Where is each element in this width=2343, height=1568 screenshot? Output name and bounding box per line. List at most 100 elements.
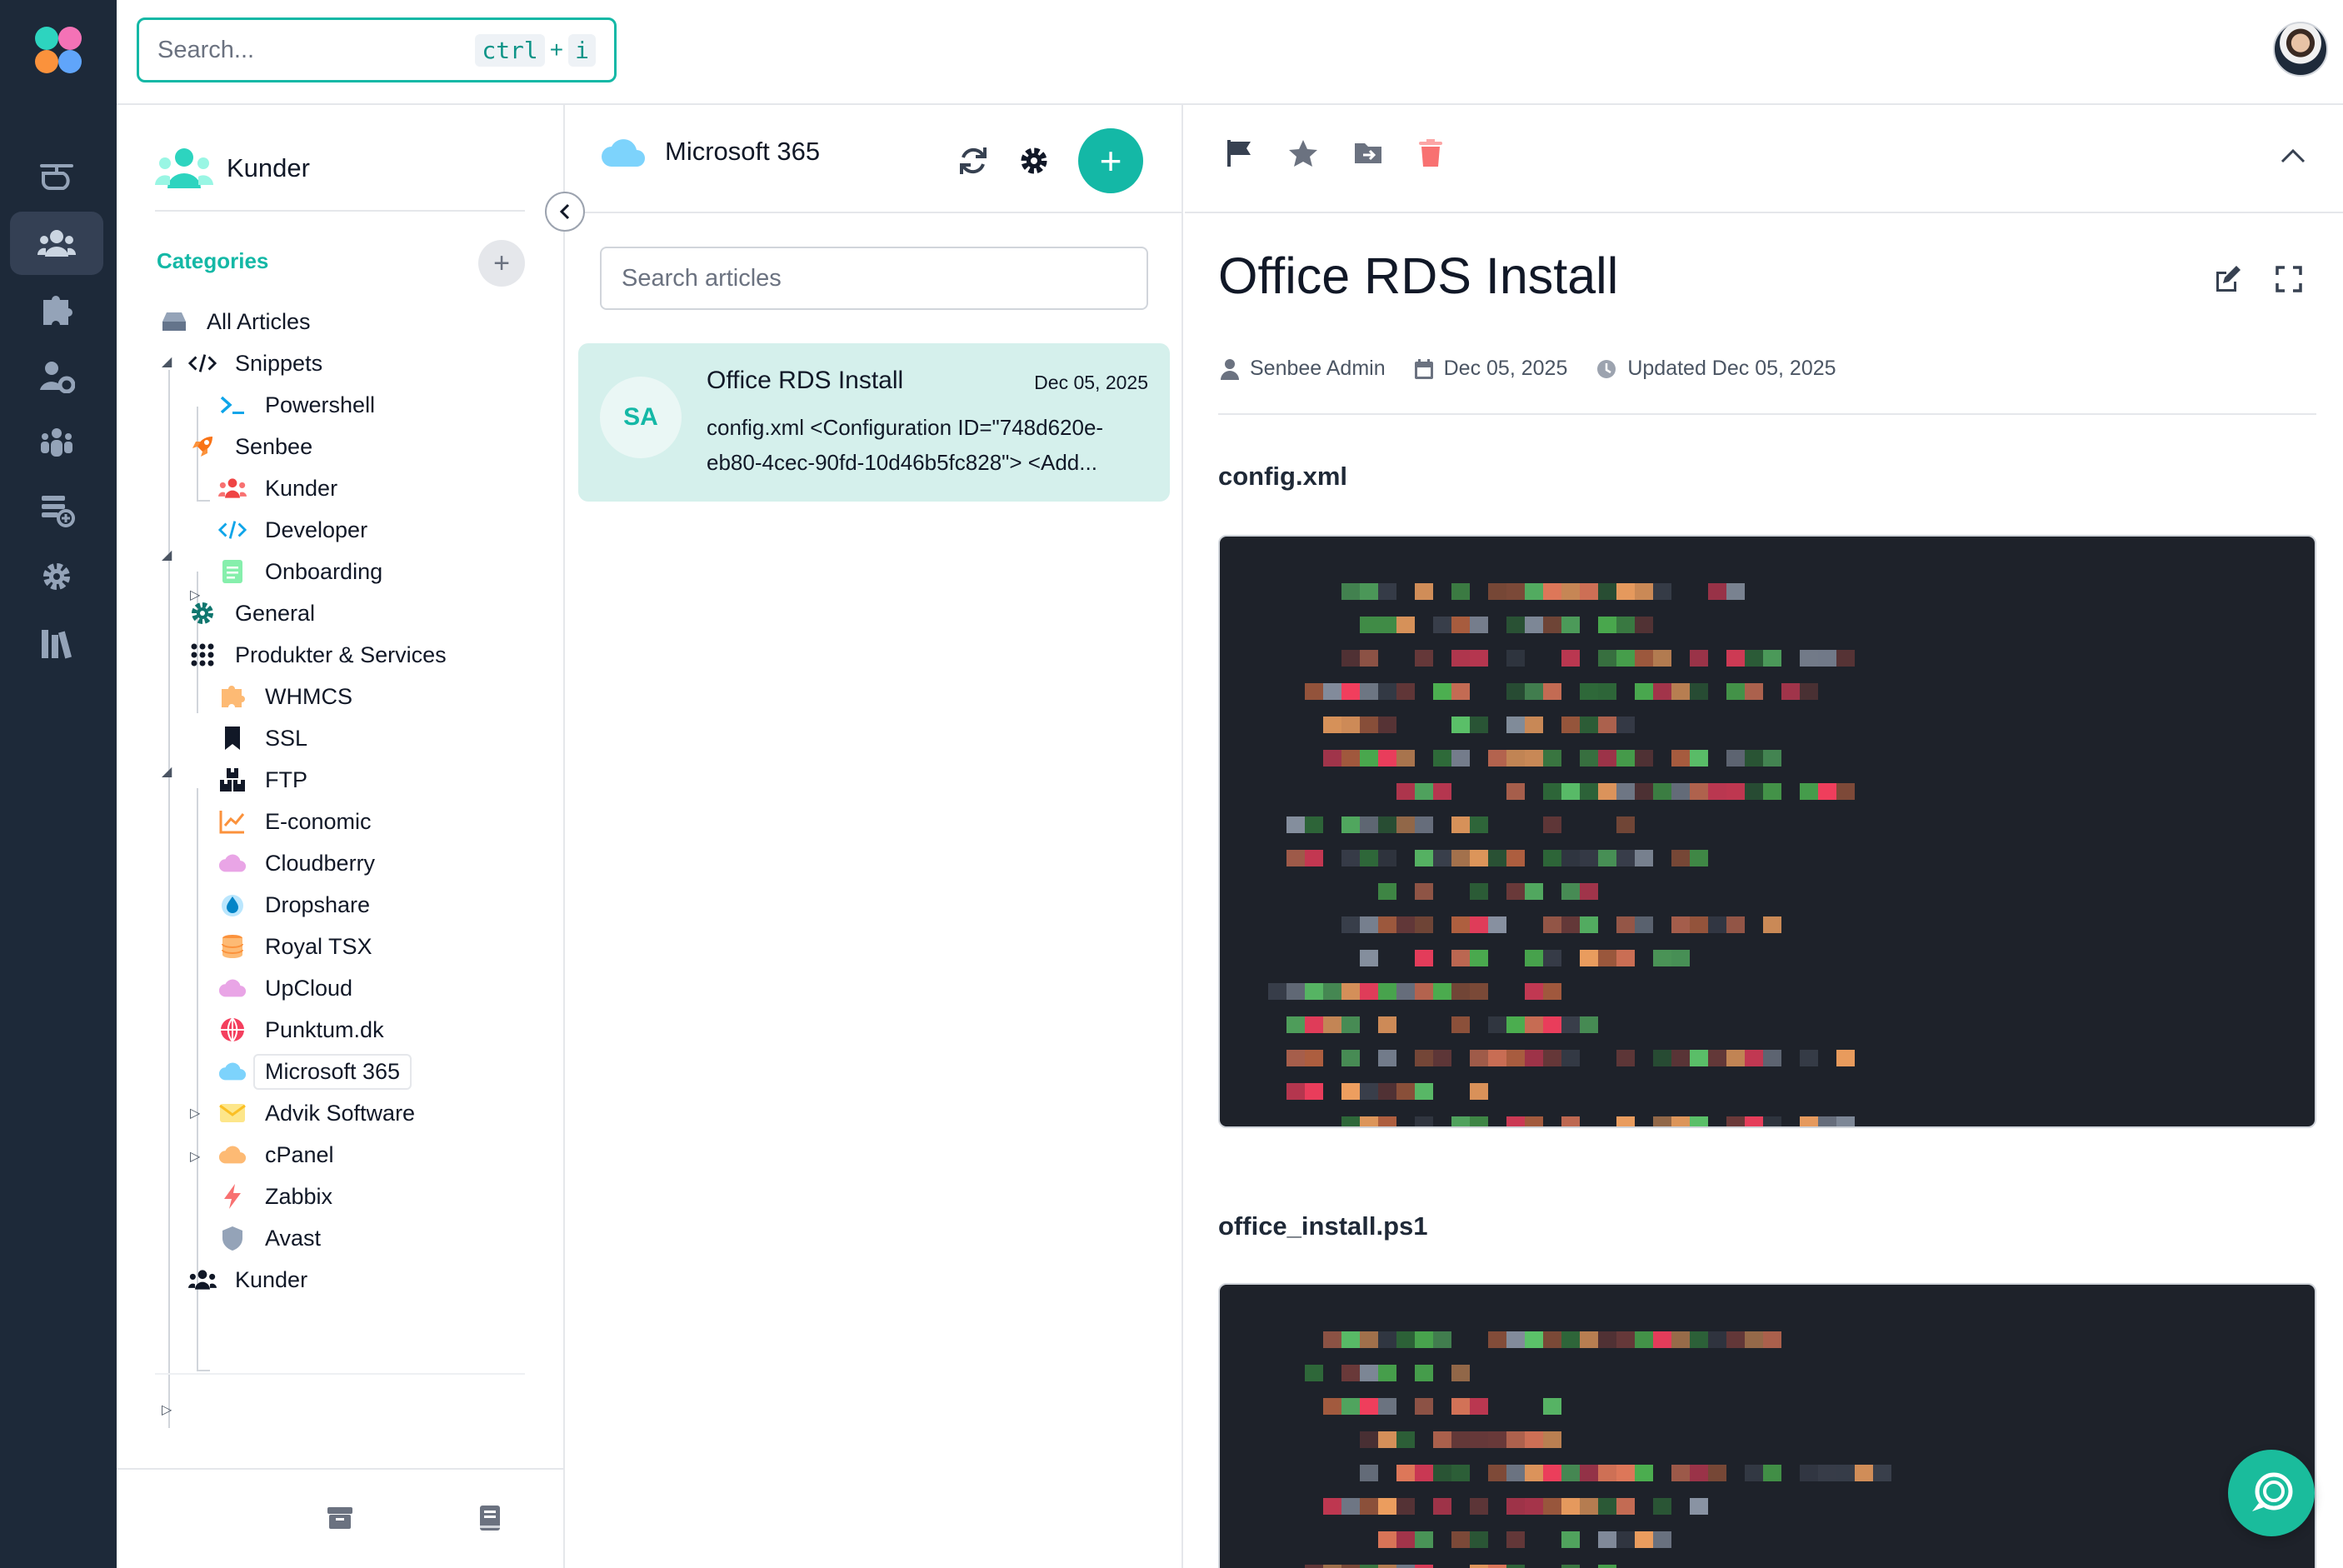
category-punktum-dk[interactable]: Punktum.dk (218, 1010, 384, 1050)
chevron-up-icon[interactable] (2280, 147, 2306, 165)
book-button[interactable] (473, 1501, 507, 1535)
rail-customers-button[interactable] (10, 212, 103, 275)
category-cpanel[interactable]: cPanel (218, 1135, 334, 1175)
created-date: Dec 05, 2025 (1443, 357, 1568, 380)
rail-library-button[interactable] (10, 612, 103, 675)
category-developer[interactable]: Developer (218, 510, 367, 550)
code-block[interactable] (1218, 535, 2316, 1128)
refresh-icon[interactable] (957, 144, 990, 177)
obscured-code-pixel (1378, 1431, 1396, 1448)
category-general[interactable]: General (188, 593, 315, 633)
category-ssl[interactable]: SSL (218, 718, 307, 758)
category-produkter-services[interactable]: Produkter & Services (188, 635, 447, 675)
obscured-code-pixel (1305, 1050, 1323, 1066)
category-kunder[interactable]: Kunder (188, 1260, 307, 1300)
obscured-code-pixel (1451, 850, 1470, 866)
obscured-code-pixel (1525, 750, 1543, 767)
category-dropshare[interactable]: Dropshare (218, 885, 370, 925)
global-search-input[interactable]: Search... ctrl + i (137, 17, 617, 82)
obscured-code-pixel (1561, 1465, 1580, 1481)
caret-down-icon[interactable]: ◢ (162, 547, 172, 563)
star-icon[interactable] (1288, 138, 1318, 168)
code-block[interactable] (1218, 1283, 2316, 1568)
obscured-code-pixel (1653, 950, 1671, 966)
caret-right-icon[interactable]: ▷ (162, 1401, 172, 1418)
obscured-code-pixel (1323, 1016, 1341, 1033)
obscured-code-pixel (1561, 617, 1580, 633)
article-heading: Office RDS Install (1218, 247, 1619, 304)
obscured-code-pixel (1763, 783, 1781, 800)
category-advik-software[interactable]: Advik Software (218, 1093, 415, 1133)
obscured-code-pixel (1415, 1116, 1433, 1126)
app-logo[interactable] (32, 23, 85, 77)
fullscreen-icon[interactable] (2275, 265, 2303, 293)
rail-helicopter-button[interactable] (10, 145, 103, 208)
obscured-code-pixel (1616, 950, 1635, 966)
calendar-icon (1414, 358, 1433, 379)
app-rail (0, 0, 117, 1568)
obscured-code-pixel (1708, 916, 1726, 933)
caret-down-icon[interactable]: ◢ (162, 763, 172, 780)
rocket-icon (188, 432, 217, 461)
category-snippets[interactable]: Snippets (188, 343, 322, 383)
obscured-code-pixel (1506, 1431, 1525, 1448)
obscured-code-pixel (1341, 916, 1360, 933)
edit-icon[interactable] (2211, 265, 2241, 295)
category-senbee[interactable]: Senbee (188, 427, 312, 467)
flag-icon[interactable] (1225, 138, 1253, 168)
caret-down-icon[interactable]: ◢ (162, 353, 172, 370)
obscured-code-pixel (1451, 1398, 1470, 1415)
obscured-code-pixel (1580, 583, 1598, 600)
obscured-code-pixel (1415, 650, 1433, 667)
category-kunder-sub[interactable]: Kunder (218, 468, 337, 508)
category-whmcs[interactable]: WHMCS (218, 677, 352, 717)
rail-integrations-button[interactable] (10, 278, 103, 342)
code-icon (188, 349, 217, 377)
obscured-code-pixel (1580, 883, 1598, 900)
obscured-code-pixel (1726, 583, 1745, 600)
category-ftp[interactable]: FTP (218, 760, 307, 800)
category-all-articles[interactable]: All Articles (160, 302, 311, 342)
category-onboarding[interactable]: Onboarding (218, 552, 382, 592)
trash-icon[interactable] (1418, 138, 1443, 168)
category-avast[interactable]: Avast (218, 1218, 321, 1258)
chat-support-button[interactable] (2228, 1450, 2315, 1536)
user-avatar[interactable] (2273, 22, 2328, 77)
archive-button[interactable] (323, 1501, 357, 1535)
add-category-button[interactable]: + (478, 240, 525, 287)
obscured-code-pixel (1561, 1016, 1580, 1033)
caret-right-icon[interactable]: ▷ (190, 1105, 200, 1121)
category-zabbix[interactable]: Zabbix (218, 1176, 332, 1216)
obscured-code-pixel (1305, 1083, 1323, 1100)
shortcut-key-i: i (568, 33, 596, 67)
gear-icon[interactable] (1018, 145, 1050, 177)
obscured-code-pixel (1360, 1116, 1378, 1126)
obscured-code-pixel (1708, 1331, 1726, 1348)
obscured-code-pixel (1561, 1116, 1580, 1126)
obscured-code-pixel (1451, 750, 1470, 767)
rail-user-settings-button[interactable] (10, 345, 103, 408)
obscured-code-pixel (1470, 717, 1488, 733)
obscured-code-pixel (1506, 617, 1525, 633)
obscured-code-pixel (1415, 950, 1433, 966)
collapse-sidebar-button[interactable] (545, 192, 585, 232)
category-royal-tsx[interactable]: Royal TSX (218, 926, 372, 966)
category-e-conomic[interactable]: E-conomic (218, 801, 372, 841)
obscured-code-pixel (1360, 750, 1378, 767)
rail-settings-button[interactable] (10, 545, 103, 608)
category-upcloud[interactable]: UpCloud (218, 968, 352, 1008)
category-powershell[interactable]: Powershell (218, 385, 375, 425)
category-microsoft-365[interactable]: Microsoft 365 (218, 1051, 412, 1091)
folder-move-icon[interactable] (1353, 140, 1383, 167)
caret-right-icon[interactable]: ▷ (190, 1148, 200, 1165)
rail-team-button[interactable] (10, 412, 103, 475)
obscured-code-pixel (1580, 1498, 1598, 1515)
obscured-code-pixel (1726, 1050, 1745, 1066)
add-article-button[interactable]: + (1078, 128, 1143, 193)
article-list-item[interactable]: SA Office RDS Install Dec 05, 2025 confi… (578, 343, 1170, 502)
search-articles-input[interactable]: Search articles (600, 247, 1148, 310)
category-cloudberry[interactable]: Cloudberry (218, 843, 375, 883)
obscured-code-pixel (1470, 650, 1488, 667)
obscured-code-pixel (1378, 816, 1396, 833)
rail-layers-add-button[interactable] (10, 478, 103, 542)
